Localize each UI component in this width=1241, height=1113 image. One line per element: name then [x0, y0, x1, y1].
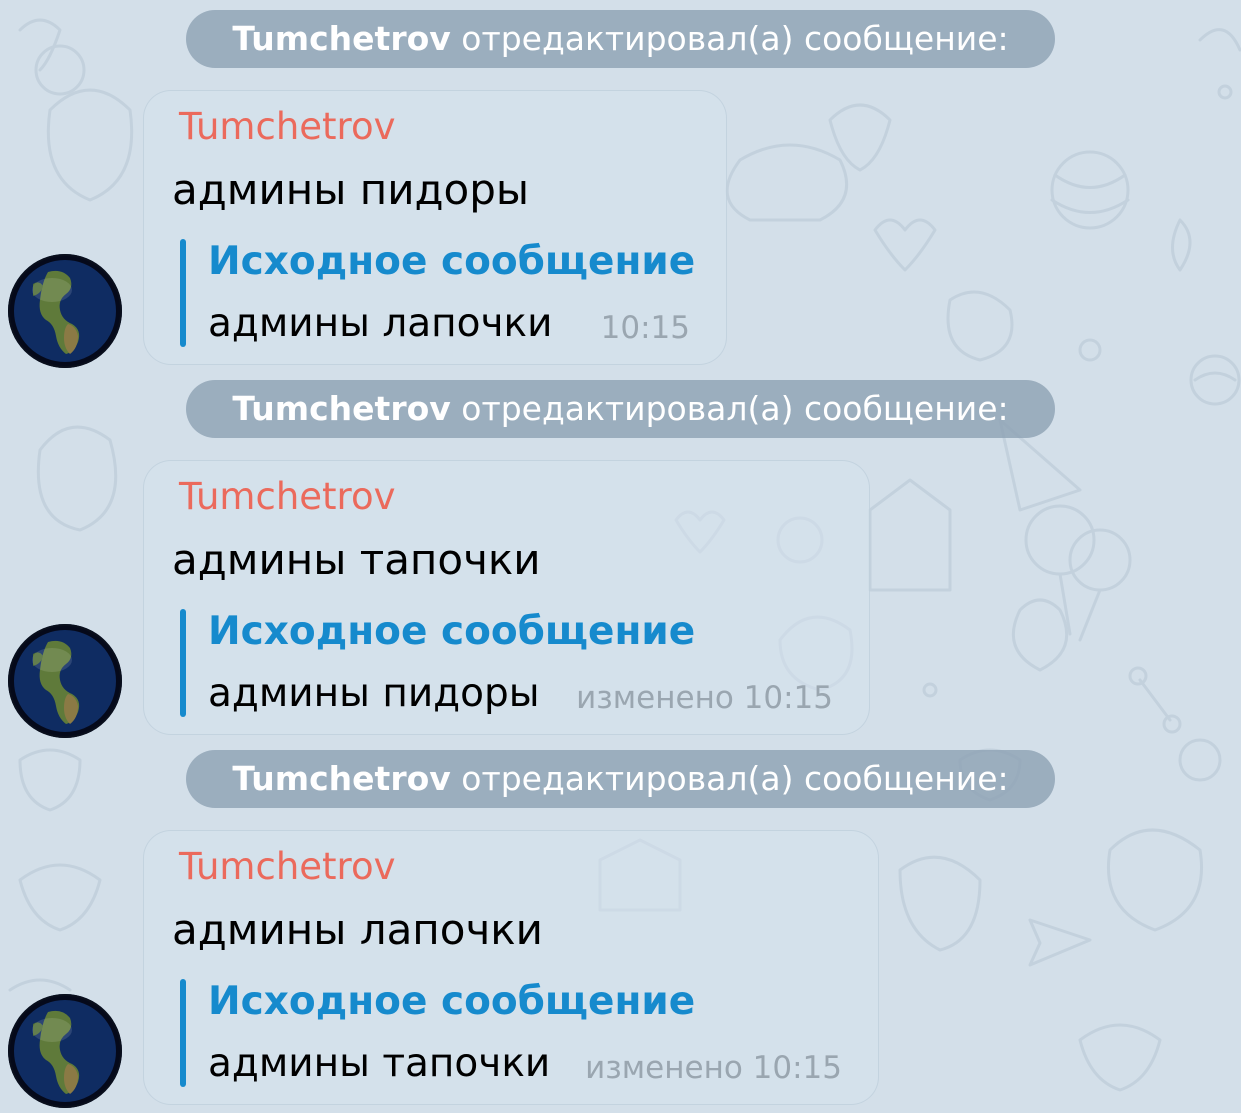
service-action: отредактировал(а) сообщение:	[461, 759, 1009, 798]
service-action: отредактировал(а) сообщение:	[461, 389, 1009, 428]
message-timestamp: изменено 10:15	[585, 1050, 842, 1086]
quote-accent-bar	[180, 979, 186, 1087]
earth-globe-avatar-icon[interactable]	[8, 624, 122, 738]
message-bubble[interactable]: Tumchetrov админы пидоры Исходное сообще…	[143, 90, 727, 365]
globe-icon	[10, 626, 120, 736]
sender-name[interactable]: Tumchetrov	[179, 845, 395, 888]
edit-service-message: Tumchetrov отредактировал(а) сообщение:	[186, 380, 1055, 438]
service-author[interactable]: Tumchetrov	[232, 389, 450, 428]
globe-icon	[10, 256, 120, 366]
message-timestamp: изменено 10:15	[576, 680, 833, 716]
quote-accent-bar	[180, 239, 186, 347]
quote-accent-bar	[180, 609, 186, 717]
service-author[interactable]: Tumchetrov	[232, 19, 450, 58]
quote-text[interactable]: админы тапочки	[208, 1041, 550, 1086]
message-bubble[interactable]: Tumchetrov админы лапочки Исходное сообщ…	[143, 830, 879, 1105]
message-bubble[interactable]: Tumchetrov админы тапочки Исходное сообщ…	[143, 460, 870, 735]
sender-name[interactable]: Tumchetrov	[179, 475, 395, 518]
service-author[interactable]: Tumchetrov	[232, 759, 450, 798]
earth-globe-avatar-icon[interactable]	[8, 254, 122, 368]
quote-text[interactable]: админы лапочки	[208, 301, 552, 346]
message-text: админы пидоры	[172, 165, 530, 214]
quote-title[interactable]: Исходное сообщение	[208, 609, 695, 654]
quote-title[interactable]: Исходное сообщение	[208, 979, 695, 1024]
service-action: отредактировал(а) сообщение:	[461, 19, 1009, 58]
quote-text[interactable]: админы пидоры	[208, 671, 540, 716]
message-text: админы лапочки	[172, 905, 543, 954]
edit-service-message: Tumchetrov отредактировал(а) сообщение:	[186, 750, 1055, 808]
earth-globe-avatar-icon[interactable]	[8, 994, 122, 1108]
message-text: админы тапочки	[172, 535, 541, 584]
sender-name[interactable]: Tumchetrov	[179, 105, 395, 148]
edit-service-message: Tumchetrov отредактировал(а) сообщение:	[186, 10, 1055, 68]
quote-title[interactable]: Исходное сообщение	[208, 239, 695, 284]
message-timestamp: 10:15	[600, 310, 690, 346]
globe-icon	[10, 996, 120, 1106]
